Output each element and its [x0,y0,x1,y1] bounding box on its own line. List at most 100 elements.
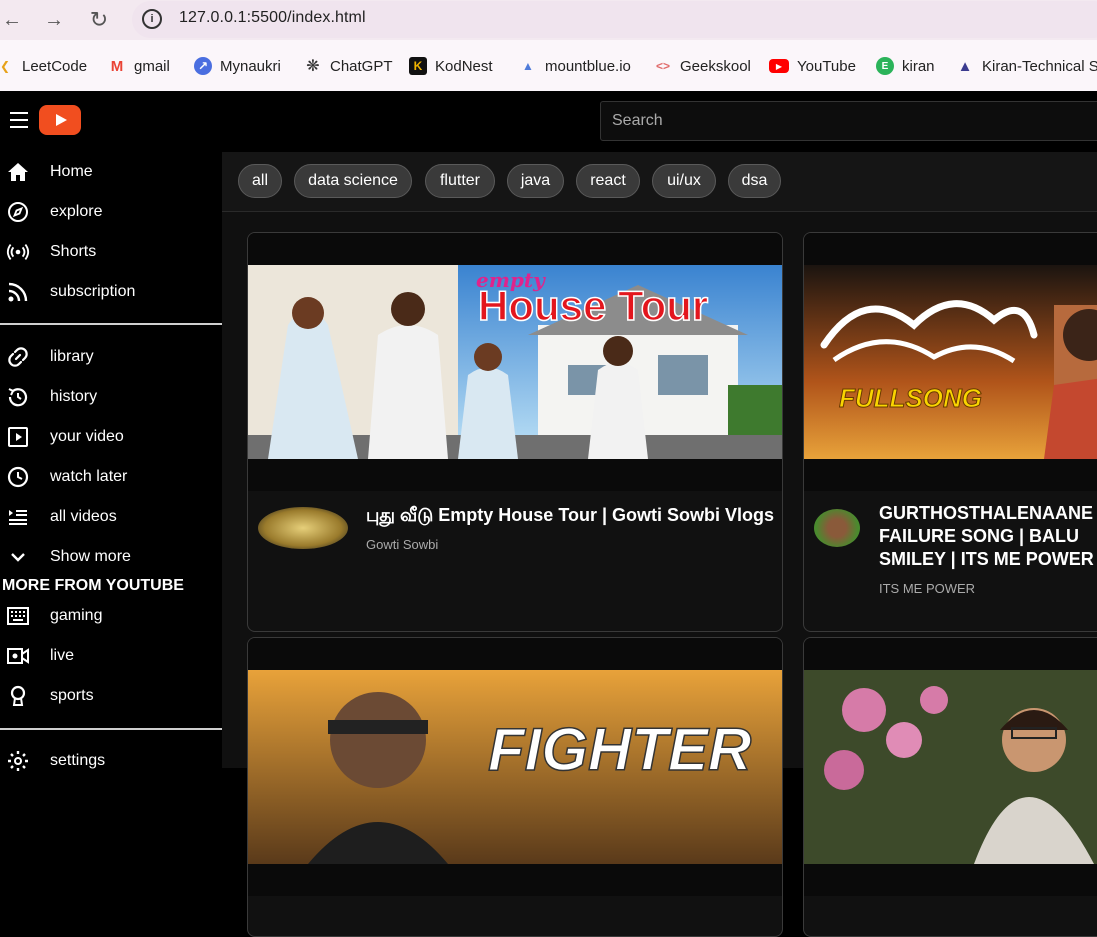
search-input[interactable] [600,101,1097,141]
bookmark-label: ChatGPT [330,57,393,75]
sidebar-item-label: live [50,647,75,664]
sidebar-item-explore[interactable]: explore [0,192,222,232]
mountblue-icon: ▲ [522,59,534,73]
video-title[interactable]: GURTHOSTHALENAANE FAILURE SONG | BALU SM… [879,502,1097,571]
sidebar-item-history[interactable]: history [0,377,222,417]
video-grid: empty House Tour புது வீடு Empty House T… [222,212,1097,937]
rss-icon [6,280,30,304]
category-chip-bar: all data science flutter java react ui/u… [222,152,1097,212]
chip-dsa[interactable]: dsa [728,164,781,198]
bookmark-chatgpt[interactable]: ❋ ChatGPT [304,56,393,76]
sidebar-item-label: subscription [50,283,136,300]
reload-icon[interactable]: ↻ [87,8,111,32]
forward-arrow-icon[interactable]: → [42,8,66,32]
sidebar-item-label: sports [50,687,94,704]
history-icon [6,385,30,409]
chevron-down-icon [6,545,30,569]
video-thumbnail[interactable]: FIGHTER [248,638,782,896]
graduation-cap-icon: ▲ [957,57,973,75]
sidebar-item-label: Home [50,163,93,180]
browser-toolbar: ← → ↻ i 127.0.0.1:5500/index.html [0,0,1097,40]
trophy-icon [6,684,30,708]
thumbnail-image: FIGHTER [248,670,782,864]
bookmark-leetcode[interactable]: ❮ LeetCode [0,56,87,76]
sidebar-item-label: Shorts [50,243,97,260]
video-card[interactable]: FIGHTER [247,637,783,937]
sidebar-item-live[interactable]: live [0,636,222,676]
bookmark-label: gmail [134,57,170,75]
leetcode-icon: ❮ [0,59,11,73]
chip-flutter[interactable]: flutter [425,164,495,198]
bookmark-label: YouTube [797,57,856,75]
sidebar-item-label: your video [50,428,124,445]
chatgpt-icon: ❋ [306,58,320,75]
sidebar-item-label: watch later [50,468,128,485]
sidebar-item-show-more[interactable]: Show more [0,537,222,577]
thumbnail-headline: FIGHTER [488,716,751,783]
sidebar-item-label: settings [50,752,106,769]
chip-ui-ux[interactable]: ui/ux [652,164,716,198]
sidebar-item-label: explore [50,203,103,220]
channel-avatar[interactable] [258,507,348,549]
kiran-icon: E [876,57,894,75]
chip-react[interactable]: react [576,164,640,198]
sidebar-item-label: Show more [50,548,131,565]
video-card[interactable]: FULLSONG GURTHOSTHALENAANE FAILURE SONG … [803,232,1097,632]
chip-data-science[interactable]: data science [294,164,412,198]
home-icon [6,160,30,184]
bookmarks-bar: ❮ LeetCode Mgmail ↗ Mynaukri ❋ ChatGPT K Kod… [0,40,1097,91]
video-title[interactable]: புது வீடு Empty House Tour | Gowti Sowbi… [366,504,782,527]
sidebar-item-label: all videos [50,508,117,525]
list-icon [6,505,30,529]
bookmark-kiran[interactable]: Ekiran [876,56,935,76]
bookmark-label: kiran [902,57,935,75]
bookmark-label: Kiran-Technical Su [982,57,1097,75]
channel-name[interactable]: ITS ME POWER [879,581,975,596]
chip-all[interactable]: all [238,164,282,198]
app: Home explore Shorts subscription [0,91,1097,937]
sidebar-item-sports[interactable]: sports [0,676,222,716]
site-info-icon[interactable]: i [142,9,162,29]
youtube-logo[interactable] [39,105,81,135]
naukri-icon: ↗ [194,57,212,75]
sidebar-item-watch-later[interactable]: watch later [0,457,222,497]
kodnest-icon: K [409,57,427,75]
video-card[interactable] [803,637,1097,937]
bookmark-kodnest[interactable]: K KodNest [409,56,493,76]
sidebar-item-home[interactable]: Home [0,152,222,192]
back-arrow-icon[interactable]: ← [0,8,24,32]
bookmark-mynaukri[interactable]: ↗ Mynaukri [194,56,281,76]
thumbnail-caption: FULLSONG [839,383,982,413]
bookmark-youtube[interactable]: ▶ YouTube [769,56,856,76]
address-text[interactable]: 127.0.0.1:5500/index.html [179,9,366,27]
bookmark-geekskool[interactable]: <> Geekskool [654,56,751,76]
sidebar-item-your-video[interactable]: your video [0,417,222,457]
compass-icon [6,200,30,224]
sidebar-item-library[interactable]: library [0,337,222,377]
menu-icon[interactable] [10,112,28,128]
bookmark-mountblue[interactable]: ▲ mountblue.io [519,56,631,76]
video-thumbnail[interactable] [804,638,1097,896]
sidebar-item-label: library [50,348,94,365]
video-thumbnail[interactable]: FULLSONG [804,233,1097,491]
sidebar-item-settings[interactable]: settings [0,741,222,781]
bookmark-kiran-technical[interactable]: ▲ Kiran-Technical Su [956,56,1097,76]
sidebar-item-label: history [50,388,98,405]
sidebar-item-shorts[interactable]: Shorts [0,232,222,272]
thumbnail-image [804,670,1097,864]
link-icon [6,345,30,369]
video-thumbnail[interactable]: empty House Tour [248,233,782,491]
channel-avatar[interactable] [814,509,860,547]
sidebar-item-all-videos[interactable]: all videos [0,497,222,537]
sidebar-item-label: gaming [50,607,103,624]
app-header [0,91,1097,152]
sidebar-item-gaming[interactable]: gaming [0,596,222,636]
video-card[interactable]: empty House Tour புது வீடு Empty House T… [247,232,783,632]
sidebar-item-subscription[interactable]: subscription [0,272,222,312]
channel-name[interactable]: Gowti Sowbi [366,537,438,552]
gear-icon [6,749,30,773]
keyboard-icon [6,604,30,628]
bookmark-gmail[interactable]: Mgmail [108,56,170,76]
broadcast-icon [6,240,30,264]
chip-java[interactable]: java [507,164,564,198]
